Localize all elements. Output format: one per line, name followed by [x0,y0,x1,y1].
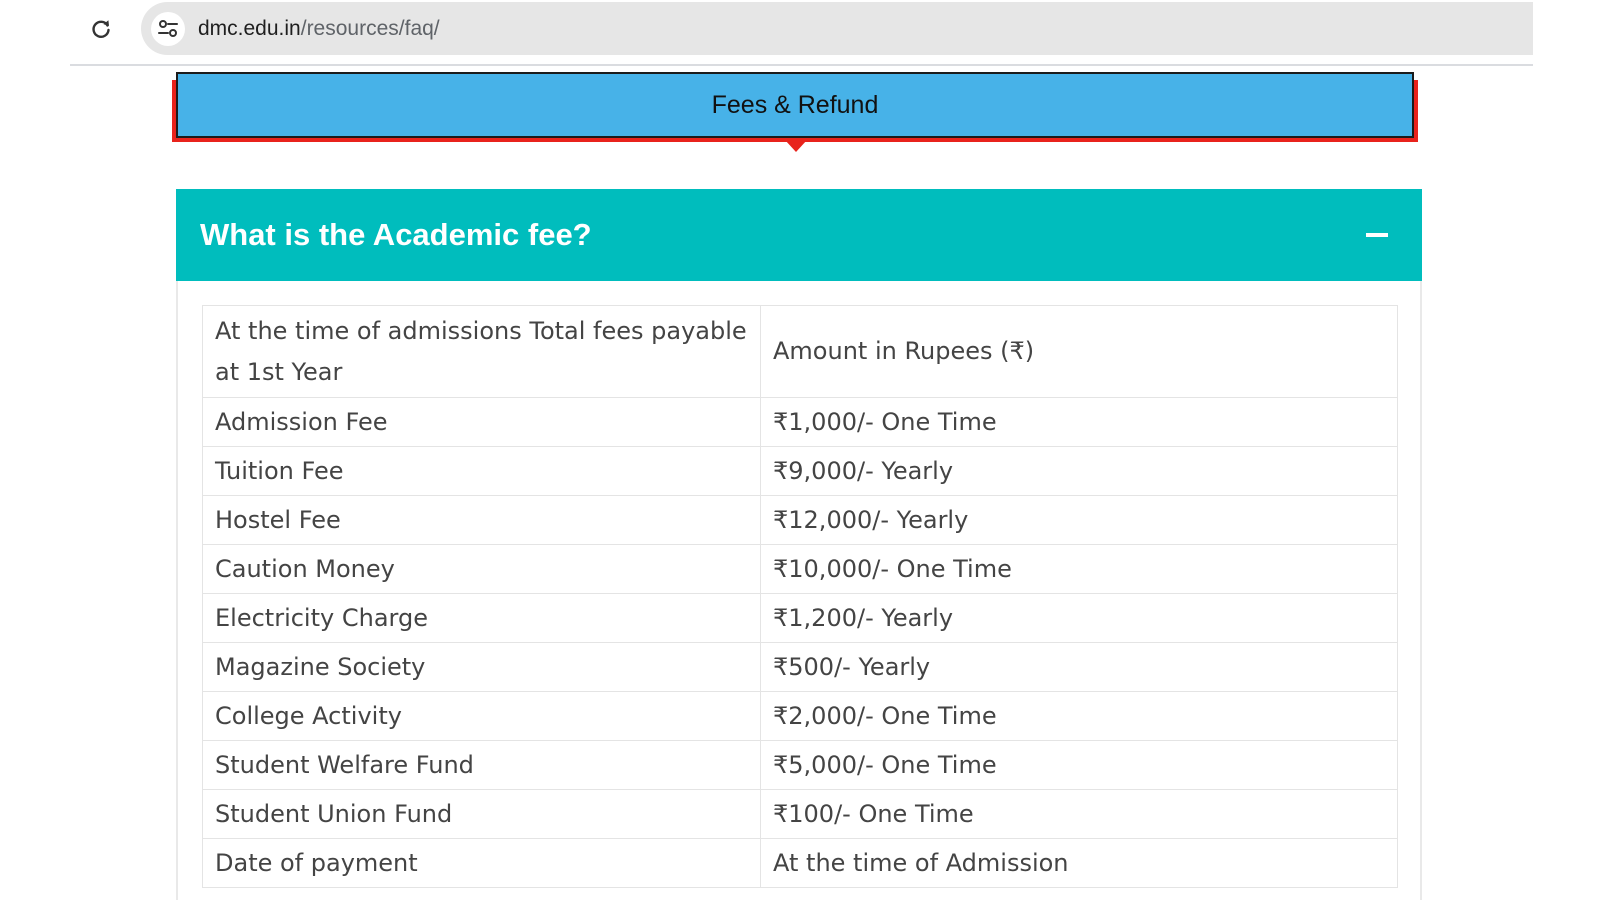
table-header-item: At the time of admissions Total fees pay… [202,305,761,398]
table-row: Student Welfare Fund ₹5,000/- One Time [202,740,1398,790]
table-row: Tuition Fee ₹9,000/- Yearly [202,446,1398,496]
tab-fees-refund[interactable]: Fees & Refund [176,72,1414,138]
accordion-header[interactable]: What is the Academic fee? [176,189,1422,281]
fee-item: College Activity [202,691,761,741]
fee-amount: ₹2,000/- One Time [760,691,1398,741]
fee-amount: ₹9,000/- Yearly [760,446,1398,496]
fee-amount: ₹5,000/- One Time [760,740,1398,790]
table-row: Electricity Charge ₹1,200/- Yearly [202,593,1398,643]
fee-amount: ₹500/- Yearly [760,642,1398,692]
url-text[interactable]: dmc.edu.in/resources/faq/ [198,17,440,41]
tune-icon[interactable] [151,11,185,46]
accordion-title: What is the Academic fee? [200,217,592,252]
fee-item: Student Union Fund [202,789,761,839]
table-row: Magazine Society ₹500/- Yearly [202,642,1398,692]
address-bar[interactable]: dmc.edu.in/resources/faq/ [141,2,1533,55]
reload-icon[interactable] [86,14,116,44]
fee-item: Student Welfare Fund [202,740,761,790]
fee-table: At the time of admissions Total fees pay… [202,305,1398,888]
minus-icon[interactable] [1366,233,1388,237]
tab-active-arrow-icon [785,140,807,152]
table-row: College Activity ₹2,000/- One Time [202,691,1398,741]
fee-item: Magazine Society [202,642,761,692]
fee-item: Date of payment [202,838,761,888]
table-row: Caution Money ₹10,000/- One Time [202,544,1398,594]
fee-item: Tuition Fee [202,446,761,496]
fee-item: Caution Money [202,544,761,594]
fees-refund-tab-wrapper: Fees & Refund [172,72,1422,152]
fee-amount: ₹100/- One Time [760,789,1398,839]
fee-amount: ₹10,000/- One Time [760,544,1398,594]
fee-item: Hostel Fee [202,495,761,545]
table-row: Date of payment At the time of Admission [202,838,1398,888]
fee-amount: At the time of Admission [760,838,1398,888]
url-domain: dmc.edu.in [198,16,301,40]
url-path: /resources/faq/ [300,16,440,40]
fee-amount: ₹12,000/- Yearly [760,495,1398,545]
table-row: Admission Fee ₹1,000/- One Time [202,397,1398,447]
tab-label: Fees & Refund [711,90,879,119]
table-row: Student Union Fund ₹100/- One Time [202,789,1398,839]
fee-item: Admission Fee [202,397,761,447]
fee-amount: ₹1,200/- Yearly [760,593,1398,643]
table-header-row: At the time of admissions Total fees pay… [202,305,1398,398]
fee-item: Electricity Charge [202,593,761,643]
table-row: Hostel Fee ₹12,000/- Yearly [202,495,1398,545]
toolbar-divider [70,64,1533,66]
fee-amount: ₹1,000/- One Time [760,397,1398,447]
faq-accordion: What is the Academic fee? At the time of… [176,189,1422,900]
table-header-amount: Amount in Rupees (₹) [760,305,1398,398]
